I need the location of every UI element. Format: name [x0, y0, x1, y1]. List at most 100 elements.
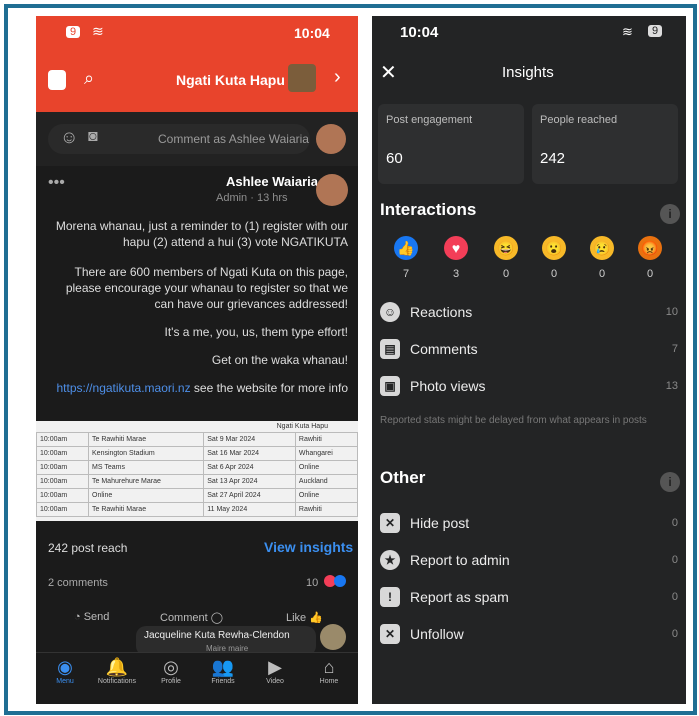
smile-icon: ☺ [380, 302, 400, 322]
back-arrow-icon[interactable]: › [334, 66, 341, 89]
hide-post-count: 0 [671, 517, 678, 529]
report-spam-row[interactable]: ! Report as spam 0 [380, 587, 680, 611]
send-button[interactable]: ◔ Send [74, 611, 109, 623]
badge-icon: ★ [380, 550, 400, 570]
user-avatar [316, 124, 346, 154]
wow-count: 0 [550, 268, 558, 280]
battery-icon: 9 [648, 25, 663, 37]
search-icon[interactable]: ⌕ [84, 68, 94, 89]
nav-video[interactable]: ▶ Video [250, 656, 300, 685]
like-icon: 👍 [306, 612, 323, 624]
angry-count: 0 [646, 268, 654, 280]
commenter-avatar [320, 624, 346, 650]
comment-button[interactable]: Comment ◯ [160, 611, 223, 624]
comment-label: Comment [160, 612, 208, 624]
table-title: Ngati Kuta Hapu [276, 423, 328, 430]
link-suffix: see the website for more info [190, 381, 348, 395]
like-count: 7 [402, 268, 410, 280]
reaction-count[interactable]: 10 [306, 577, 318, 589]
nav-label: Friends [211, 678, 235, 685]
post-engagement-card: Post engagement 60 [378, 104, 524, 184]
bell-icon: 🔔 [105, 657, 129, 677]
comment-input[interactable]: Comment as Ashlee Waiaria ☺ ◙ [48, 124, 310, 154]
group-title[interactable]: Ngati Kuta Hapu [176, 72, 285, 88]
nav-label: Home [319, 678, 339, 685]
sad-count: 0 [598, 268, 606, 280]
table-row: 10:00am Kensington Stadium Sat 16 Mar 2024… [36, 446, 358, 461]
info-icon[interactable]: i [660, 204, 680, 224]
unfollow-icon: ✕ [380, 624, 400, 644]
like-button[interactable]: Like 👍 [286, 611, 323, 624]
post-paragraph-1: Morena whanau, just a reminder to (1) re… [55, 219, 348, 249]
love-count: 3 [452, 268, 460, 280]
like-reaction-icon [334, 575, 346, 587]
profile-icon: ◎ [163, 657, 179, 677]
group-header: ⌕ Ngati Kuta Hapu › [36, 52, 358, 112]
haha-emoji-icon: 😆 [494, 236, 518, 260]
send-label: Send [83, 611, 110, 623]
nav-menu[interactable]: ◉ Menu [40, 656, 90, 685]
haha-count: 0 [502, 268, 510, 280]
comment-placeholder: Comment as Ashlee Waiaria [158, 132, 309, 146]
report-admin-label: Report to admin [410, 552, 510, 568]
reached-label: People reached [540, 114, 618, 126]
post-meta: Admin · 13 hrs [216, 192, 288, 204]
hide-post-row[interactable]: ✕ Hide post 0 [380, 513, 680, 537]
menu-avatar-icon: ◉ [57, 657, 73, 677]
status-time: 10:04 [294, 25, 330, 41]
comments-row[interactable]: ▤ Comments 7 [380, 339, 680, 363]
unfollow-row[interactable]: ✕ Unfollow 0 [380, 624, 680, 648]
comment-bubble-icon: ▤ [380, 339, 400, 359]
unfollow-label: Unfollow [410, 626, 464, 642]
reached-value: 242 [540, 150, 566, 167]
nav-profile[interactable]: ◎ Profile [146, 656, 196, 685]
exclamation-icon: ! [380, 587, 400, 607]
view-insights-link[interactable]: View insights [264, 539, 353, 555]
like-label: Like [286, 612, 307, 624]
camera-icon[interactable]: ◙ [88, 128, 98, 146]
home-icon: ⌂ [323, 657, 335, 677]
info-icon[interactable]: i [660, 472, 680, 492]
table-row: 10:00am Te Rawhiti Marae 11 May 2024 Rawhit… [36, 502, 358, 517]
author-avatar[interactable] [316, 174, 348, 206]
close-icon[interactable]: ✕ [380, 60, 397, 85]
report-admin-row[interactable]: ★ Report to admin 0 [380, 550, 680, 574]
reactions-row[interactable]: ☺ Reactions 10 [380, 302, 680, 326]
video-icon: ▶ [268, 657, 282, 677]
reaction-breakdown: 👍 ♥ 😆 😮 😢 😡 7 3 0 0 0 0 [394, 236, 684, 286]
nav-home[interactable]: ⌂ Home [304, 656, 354, 685]
hide-post-label: Hide post [410, 515, 470, 531]
more-options-icon[interactable]: ••• [48, 174, 65, 192]
table-row: 10:00am Online Sat 27 April 2024 Online [36, 488, 358, 503]
table-row: 10:00am Te Rawhiti Marae Sat 9 Mar 2024 Raw… [36, 432, 358, 447]
battery-icon: 9 [66, 26, 81, 38]
status-time: 10:04 [400, 24, 439, 41]
comments-count[interactable]: 2 comments [48, 577, 108, 589]
hui-schedule-image[interactable]: Ngati Kuta Hapu 10:00am Te Rawhiti Marae S… [36, 421, 358, 521]
table-row: 10:00am Te Mahurehure Marae Sat 13 Apr 202… [36, 474, 358, 489]
report-spam-label: Report as spam [410, 589, 509, 605]
shield-icon[interactable] [48, 70, 66, 90]
people-reached-card: People reached 242 [532, 104, 678, 184]
reactions-label: Reactions [410, 304, 473, 320]
post-author[interactable]: Ashlee Waiaria [226, 174, 318, 189]
comment-bar: Comment as Ashlee Waiaria ☺ ◙ [36, 112, 358, 166]
send-icon: ◔ [74, 611, 84, 623]
website-link[interactable]: https://ngatikuta.maori.nz [57, 381, 191, 395]
nav-friends[interactable]: 👥 Friends [198, 656, 248, 685]
post-paragraph-4: Get on the waka whanau! [211, 353, 348, 367]
like-emoji-icon: 👍 [394, 236, 418, 260]
page-title: Insights [502, 64, 554, 81]
nav-label: Video [266, 678, 284, 685]
sad-emoji-icon: 😢 [590, 236, 614, 260]
hide-icon: ✕ [380, 513, 400, 533]
photo-views-row[interactable]: ▣ Photo views 13 [380, 376, 680, 400]
group-avatar[interactable] [288, 64, 316, 92]
nav-label: Notifications [97, 678, 137, 685]
emoji-icon[interactable]: ☺ [60, 127, 78, 148]
post-paragraph-2: There are 600 members of Ngati Kuta on t… [65, 265, 348, 311]
comments-label: Comments [410, 341, 478, 357]
love-emoji-icon: ♥ [444, 236, 468, 260]
nav-notifications[interactable]: 🔔 Notifications [92, 656, 142, 685]
comment-icon: ◯ [207, 612, 224, 624]
